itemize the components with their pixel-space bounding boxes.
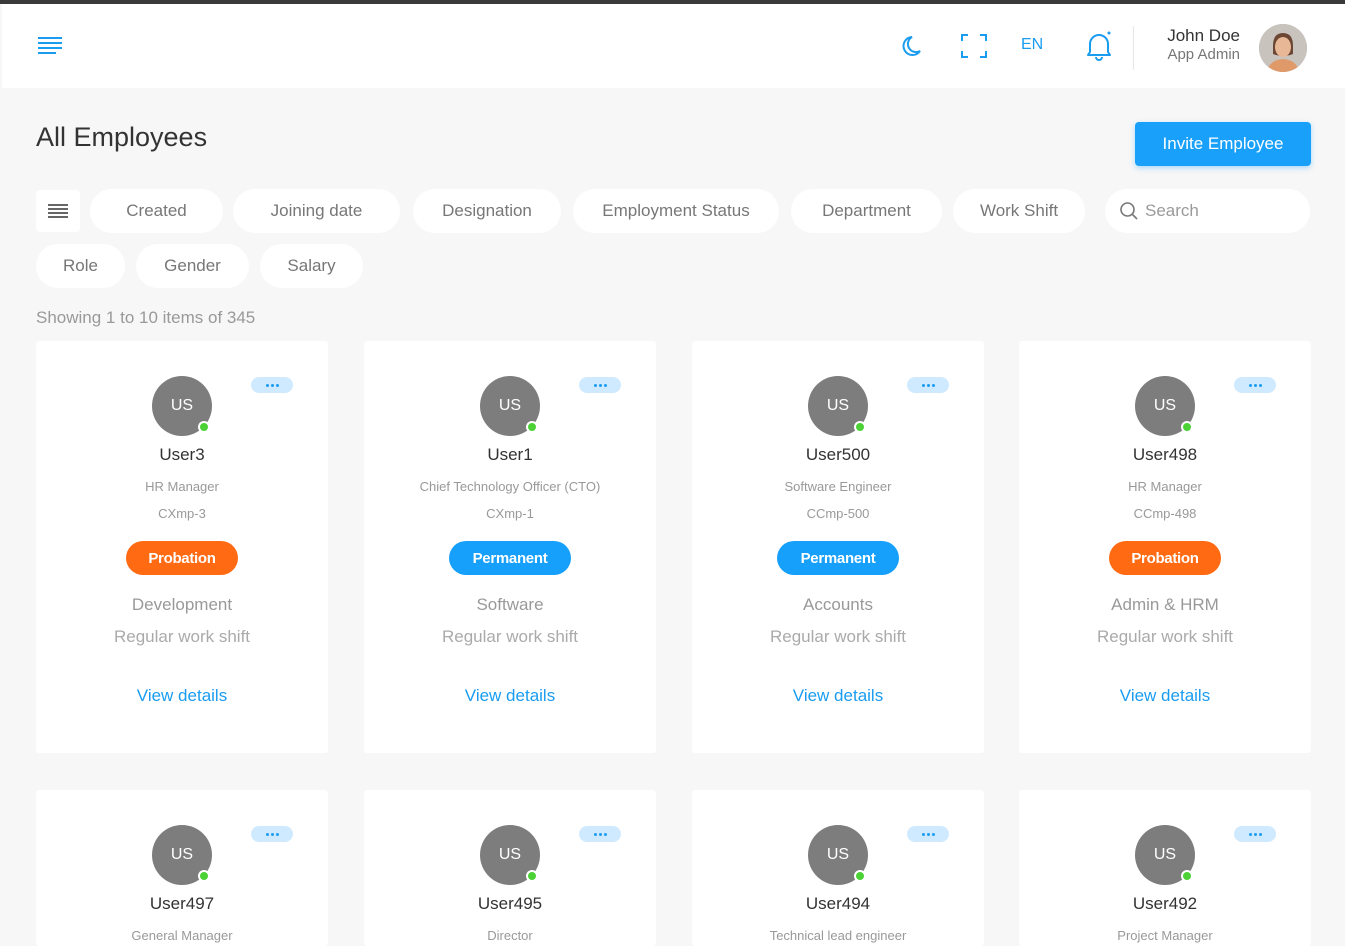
view-details-link[interactable]: View details <box>692 686 984 706</box>
employee-name: User495 <box>477 894 543 913</box>
employee-card: US User497 General Manager <box>36 790 328 946</box>
employee-designation: Technical lead engineer <box>769 928 907 943</box>
status-badge: Probation <box>126 541 238 575</box>
online-status-dot <box>526 870 538 882</box>
more-options-icon[interactable] <box>1234 377 1276 393</box>
online-status-dot <box>1181 870 1193 882</box>
employee-designation: Director <box>487 928 533 943</box>
employee-designation: General Manager <box>131 928 233 943</box>
search-box[interactable] <box>1105 189 1310 233</box>
employee-designation: Software Engineer <box>784 479 892 494</box>
fullscreen-icon[interactable] <box>960 33 988 64</box>
view-details-link[interactable]: View details <box>36 686 328 706</box>
employee-designation: Project Manager <box>1117 928 1213 943</box>
employee-card: US User494 Technical lead engineer <box>692 790 984 946</box>
more-options-icon[interactable] <box>251 826 293 842</box>
employee-work-shift: Regular work shift <box>769 627 907 646</box>
employee-name: User498 <box>1132 445 1198 464</box>
employee-card: US User498 HR Manager CCmp-498 Probation… <box>1019 341 1311 753</box>
search-icon <box>1120 202 1138 220</box>
page-title: All Employees <box>36 122 208 152</box>
employee-designation: HR Manager <box>1128 479 1202 494</box>
user-menu[interactable]: John Doe App Admin <box>1142 26 1240 64</box>
status-badge: Permanent <box>449 541 571 575</box>
more-options-icon[interactable] <box>251 377 293 393</box>
employee-work-shift: Regular work shift <box>441 627 579 646</box>
status-badge: Permanent <box>777 541 899 575</box>
employee-id: CXmp-1 <box>486 506 534 521</box>
employee-name: User1 <box>487 445 533 464</box>
filter-chip-designation[interactable]: Designation <box>413 189 561 233</box>
employee-work-shift: Regular work shift <box>1096 627 1234 646</box>
online-status-dot <box>854 421 866 433</box>
user-role: App Admin <box>1167 46 1240 63</box>
employee-name: User500 <box>805 445 871 464</box>
more-options-icon[interactable] <box>907 826 949 842</box>
employee-department: Accounts <box>803 595 873 614</box>
online-status-dot <box>854 870 866 882</box>
more-options-icon[interactable] <box>1234 826 1276 842</box>
employee-id: CCmp-500 <box>806 506 870 521</box>
online-status-dot <box>1181 421 1193 433</box>
employee-department: Development <box>131 595 233 614</box>
more-options-icon[interactable] <box>579 826 621 842</box>
employee-card: US User3 HR Manager CXmp-3 Probation Dev… <box>36 341 328 753</box>
more-options-icon[interactable] <box>579 377 621 393</box>
employee-department: Software <box>476 595 544 614</box>
language-selector[interactable]: EN <box>1021 36 1043 54</box>
notification-bell-icon[interactable] <box>1085 30 1113 67</box>
online-status-dot <box>198 421 210 433</box>
filter-chip-department[interactable]: Department <box>791 189 942 233</box>
invite-employee-button[interactable]: Invite Employee <box>1135 122 1311 166</box>
online-status-dot <box>526 421 538 433</box>
employee-id: CCmp-498 <box>1133 506 1197 521</box>
employee-card: US User1 Chief Technology Officer (CTO) … <box>364 341 656 753</box>
menu-toggle-icon[interactable] <box>38 34 64 56</box>
view-details-link[interactable]: View details <box>1019 686 1311 706</box>
search-input[interactable] <box>1145 201 1295 221</box>
filter-chip-gender[interactable]: Gender <box>136 244 249 288</box>
filter-chip-role[interactable]: Role <box>36 244 125 288</box>
employee-card: US User500 Software Engineer CCmp-500 Pe… <box>692 341 984 753</box>
online-status-dot <box>198 870 210 882</box>
employee-name: User497 <box>149 894 215 913</box>
status-badge: Probation <box>1109 541 1221 575</box>
filter-chip-work-shift[interactable]: Work Shift <box>953 189 1085 233</box>
dark-mode-moon-icon[interactable] <box>900 32 928 65</box>
filter-chip-salary[interactable]: Salary <box>260 244 363 288</box>
employee-id: CXmp-3 <box>158 506 206 521</box>
filter-list-icon[interactable] <box>36 190 80 232</box>
employee-designation: Chief Technology Officer (CTO) <box>419 479 601 494</box>
employee-designation: HR Manager <box>145 479 219 494</box>
employee-name: User494 <box>805 894 871 913</box>
view-details-link[interactable]: View details <box>364 686 656 706</box>
employee-work-shift: Regular work shift <box>113 627 251 646</box>
more-options-icon[interactable] <box>907 377 949 393</box>
filter-chip-created[interactable]: Created <box>90 189 223 233</box>
employee-card: US User492 Project Manager <box>1019 790 1311 946</box>
top-navbar: EN John Doe App Admin <box>2 4 1345 88</box>
filter-chip-joining-date[interactable]: Joining date <box>233 189 400 233</box>
employee-name: User3 <box>159 445 205 464</box>
user-avatar[interactable] <box>1259 24 1307 72</box>
employee-department: Admin & HRM <box>1111 595 1219 614</box>
employee-name: User492 <box>1132 894 1198 913</box>
filter-chip-employment-status[interactable]: Employment Status <box>573 189 779 233</box>
navbar-divider <box>1133 26 1134 70</box>
user-name: John Doe <box>1167 26 1240 45</box>
employee-card: US User495 Director <box>364 790 656 946</box>
showing-items-count: Showing 1 to 10 items of 345 <box>36 308 256 327</box>
